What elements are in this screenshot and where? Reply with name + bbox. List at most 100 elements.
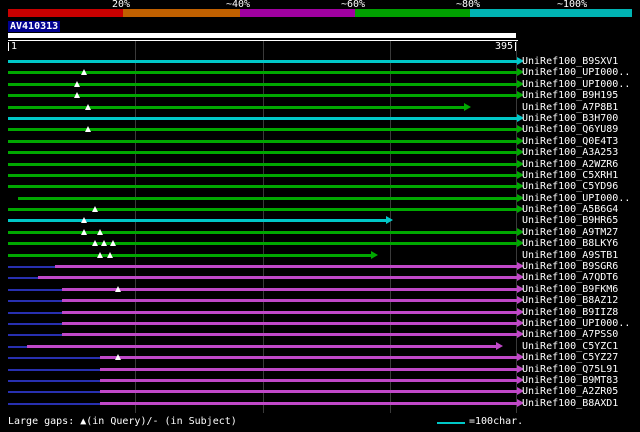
hit-bar[interactable] [8, 173, 518, 177]
gap-marker-icon [91, 240, 98, 247]
alignment-track [8, 375, 524, 386]
hit-bar[interactable] [8, 94, 518, 98]
low-score-segment [8, 322, 63, 325]
legend-label: ~40% [226, 0, 251, 10]
hit-bar[interactable] [62, 310, 518, 314]
alignment-track [8, 124, 524, 135]
query-name: AV410313 [8, 21, 61, 32]
hit-label[interactable]: UniRef100_C5XRH1 [522, 170, 618, 181]
hit-label[interactable]: UniRef100_A5B6G4 [522, 204, 618, 215]
hit-bar[interactable] [99, 390, 518, 394]
hit-label[interactable]: UniRef100_B9MT83 [522, 375, 618, 386]
hit-bar[interactable] [8, 185, 518, 189]
gap-marker-icon [85, 126, 92, 133]
gap-marker-icon [115, 285, 122, 292]
hit-bar[interactable] [37, 276, 518, 280]
gap-marker-icon [81, 69, 88, 76]
alignment-track [8, 307, 524, 318]
hit-label[interactable]: UniRef100_B8AZ12 [522, 295, 618, 306]
hit-label[interactable]: UniRef100_Q75L91 [522, 364, 618, 375]
hit-label[interactable]: UniRef100_B9HR65 [522, 215, 618, 226]
arrowhead-icon [463, 102, 471, 111]
hit-label[interactable]: UniRef100_C5YZC1 [522, 341, 618, 352]
large-gaps-legend: Large gaps: ▲(in Query)/- (in Subject) [8, 416, 237, 427]
alignment-track [8, 238, 524, 249]
alignment-track [8, 181, 524, 192]
hit-label[interactable]: UniRef100_B9SXV1 [522, 56, 618, 67]
hit-bar[interactable] [54, 265, 518, 269]
hit-label[interactable]: UniRef100_A7P8B1 [522, 102, 618, 113]
hit-bar[interactable] [99, 356, 518, 360]
hit-bar[interactable] [18, 196, 518, 200]
alignment-track [8, 147, 524, 158]
alignment-track [8, 113, 524, 124]
low-score-segment [8, 266, 55, 269]
hit-bar[interactable] [8, 162, 518, 166]
hit-label[interactable]: UniRef100_B8AXD1 [522, 398, 618, 409]
hit-label[interactable]: UniRef100_UPI000.. [522, 67, 630, 78]
alignment-row: UniRef100_A9STB1 [0, 250, 640, 261]
hit-bar[interactable] [8, 151, 518, 155]
hit-label[interactable]: UniRef100_A2WZR6 [522, 159, 618, 170]
hit-label[interactable]: UniRef100_A7PSS0 [522, 329, 618, 340]
hit-bar[interactable] [99, 378, 518, 382]
hit-bar[interactable] [62, 321, 518, 325]
arrowhead-icon [496, 341, 504, 350]
low-score-segment [8, 334, 63, 337]
low-score-segment [8, 402, 100, 405]
hit-label[interactable]: UniRef100_UPI000.. [522, 79, 630, 90]
hit-label[interactable]: UniRef100_UPI000.. [522, 318, 630, 329]
hit-bar[interactable] [8, 82, 518, 86]
hit-label[interactable]: UniRef100_C5YD96 [522, 181, 618, 192]
hit-label[interactable]: UniRef100_B9FKM6 [522, 284, 618, 295]
hit-bar[interactable] [8, 253, 372, 257]
gap-marker-icon [81, 217, 88, 224]
alignment-row: UniRef100_B9SGR6 [0, 261, 640, 272]
alignment-row: UniRef100_B9H195 [0, 90, 640, 101]
hit-bar[interactable] [99, 367, 518, 371]
hit-bar[interactable] [99, 401, 518, 405]
hit-label[interactable]: UniRef100_B9SGR6 [522, 261, 618, 272]
hit-label[interactable]: UniRef100_A2ZR05 [522, 386, 618, 397]
gap-marker-icon [96, 228, 103, 235]
low-score-segment [8, 277, 38, 280]
alignment-track [8, 295, 524, 306]
hit-label[interactable]: UniRef100_UPI000.. [522, 193, 630, 204]
hit-bar[interactable] [8, 60, 518, 63]
alignment-track [8, 284, 524, 295]
hit-label[interactable]: UniRef100_B9H195 [522, 90, 618, 101]
hit-bar[interactable] [8, 105, 465, 109]
gap-marker-icon [115, 354, 122, 361]
hit-label[interactable]: UniRef100_B3H700 [522, 113, 618, 124]
alignment-row: UniRef100_UPI000.. [0, 67, 640, 78]
hit-label[interactable]: UniRef100_A9TM27 [522, 227, 618, 238]
hit-label[interactable]: UniRef100_Q0E4T3 [522, 136, 618, 147]
hit-bar[interactable] [8, 219, 388, 223]
alignment-row: UniRef100_B9MT83 [0, 375, 640, 386]
hit-bar[interactable] [62, 287, 518, 291]
gap-marker-icon [91, 206, 98, 213]
legend-label: 20% [112, 0, 131, 10]
hit-bar[interactable] [27, 344, 498, 348]
alignment-track [8, 159, 524, 170]
hit-label[interactable]: UniRef100_A9STB1 [522, 250, 618, 261]
hit-label[interactable]: UniRef100_Q6YU89 [522, 124, 618, 135]
hit-label[interactable]: UniRef100_B9IIZ8 [522, 307, 618, 318]
legend-label: ~80% [456, 0, 481, 10]
hit-bar[interactable] [8, 242, 518, 246]
hit-label[interactable]: UniRef100_B8LKY6 [522, 238, 618, 249]
hit-bar[interactable] [8, 116, 518, 120]
hit-label[interactable]: UniRef100_A7QDT6 [522, 272, 618, 283]
hit-label[interactable]: UniRef100_C5YZ27 [522, 352, 618, 363]
alignment-row: UniRef100_Q0E4T3 [0, 136, 640, 147]
hit-bar[interactable] [8, 139, 518, 143]
alignment-row: UniRef100_UPI000.. [0, 193, 640, 204]
alignment-track [8, 79, 524, 90]
hit-bar[interactable] [62, 299, 518, 303]
alignment-row: UniRef100_B8LKY6 [0, 238, 640, 249]
alignment-row: UniRef100_B9FKM6 [0, 284, 640, 295]
hit-bar[interactable] [62, 333, 518, 337]
alignment-track [8, 386, 524, 397]
hit-bar[interactable] [8, 208, 518, 212]
hit-label[interactable]: UniRef100_A3A253 [522, 147, 618, 158]
